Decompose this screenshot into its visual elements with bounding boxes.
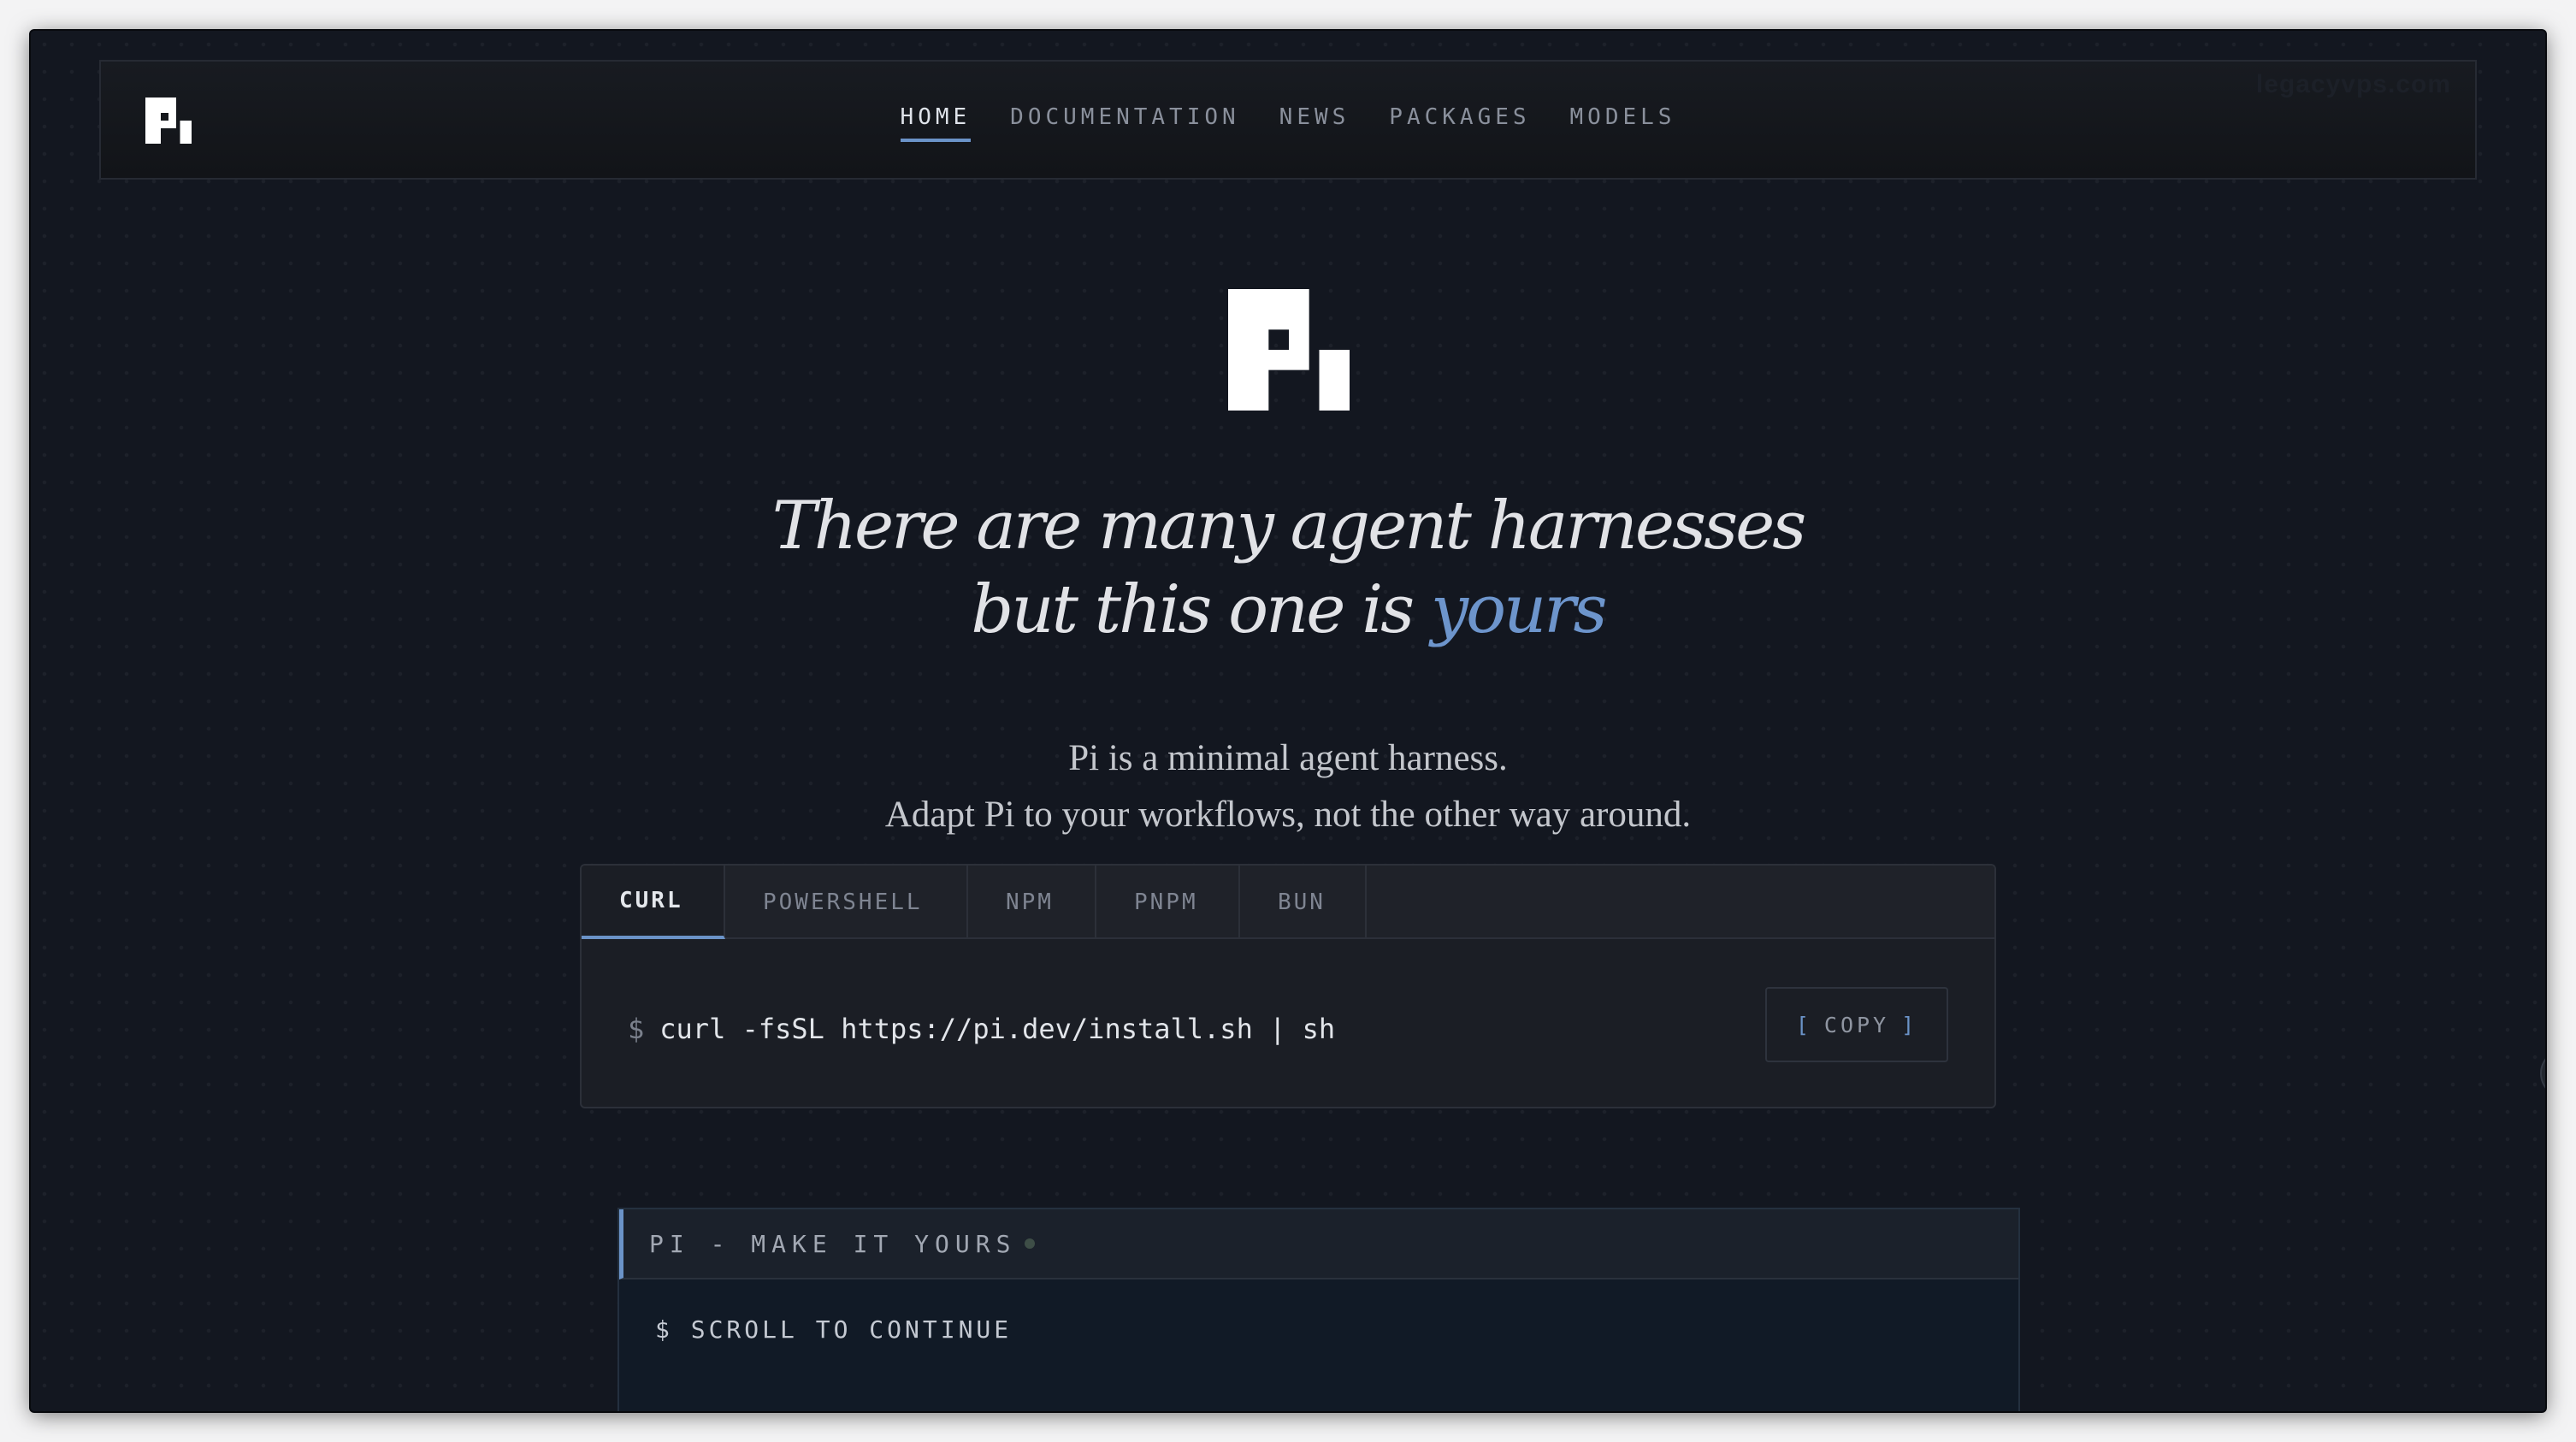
nav-documentation[interactable]: DOCUMENTATION	[1010, 104, 1240, 142]
hero-headline-line2: but this one is yours	[31, 568, 2545, 652]
hero-headline-line1: There are many agent harnesses	[771, 488, 1807, 564]
shell-prompt: $	[628, 1013, 645, 1045]
hero-headline-prefix: but this one is	[971, 571, 1431, 648]
copy-bracket-close: ]	[1901, 1012, 1918, 1037]
nav-packages[interactable]: PACKAGES	[1389, 104, 1530, 142]
install-command[interactable]: $ curl -fsSL https://pi.dev/install.sh | …	[628, 1013, 1335, 1045]
nav-models[interactable]: MODELS	[1570, 104, 1676, 142]
copy-button[interactable]: [ COPY ]	[1765, 987, 1948, 1062]
install-command-text: curl -fsSL https://pi.dev/install.sh | s…	[659, 1013, 1336, 1045]
tab-bun[interactable]: BUN	[1240, 866, 1367, 939]
hero-headline-accent: yours	[1431, 571, 1608, 648]
floating-avatar-button[interactable]	[2540, 1049, 2545, 1098]
tab-pnpm[interactable]: PNPM	[1096, 866, 1240, 939]
main-nav: HOME DOCUMENTATION NEWS PACKAGES MODELS	[101, 62, 2475, 178]
tab-powershell[interactable]: POWERSHELL	[725, 866, 968, 939]
top-nav-bar: HOME DOCUMENTATION NEWS PACKAGES MODELS …	[99, 60, 2477, 180]
install-command-box: CURL POWERSHELL NPM PNPM BUN $ curl -fsSL…	[580, 864, 1996, 1108]
install-method-tabs: CURL POWERSHELL NPM PNPM BUN	[582, 866, 1994, 939]
hero-tagline-line2: Adapt Pi to your workflows, not the othe…	[884, 795, 1692, 835]
tab-curl[interactable]: CURL	[582, 866, 725, 939]
terminal-panel: PI - MAKE IT YOURS $ SCROLL TO CONTINUE	[617, 1208, 2020, 1411]
terminal-header: PI - MAKE IT YOURS	[619, 1209, 2018, 1279]
nav-news[interactable]: NEWS	[1279, 104, 1350, 142]
tab-npm[interactable]: NPM	[968, 866, 1096, 939]
status-dot-icon	[1025, 1238, 1036, 1249]
hero-tagline-line1: Pi is a minimal agent harness.	[1068, 738, 1508, 778]
terminal-title: PI - MAKE IT YOURS	[649, 1229, 1017, 1258]
pi-hero-logo-icon	[1228, 289, 1350, 411]
watermark-text: legacyvps.com	[2255, 70, 2451, 98]
terminal-scroll-hint: $ SCROLL TO CONTINUE	[655, 1315, 1013, 1344]
browser-page: HOME DOCUMENTATION NEWS PACKAGES MODELS …	[31, 31, 2545, 1411]
copy-bracket-open: [	[1795, 1012, 1812, 1037]
copy-button-label: COPY	[1823, 1012, 1890, 1037]
nav-home[interactable]: HOME	[900, 104, 972, 142]
